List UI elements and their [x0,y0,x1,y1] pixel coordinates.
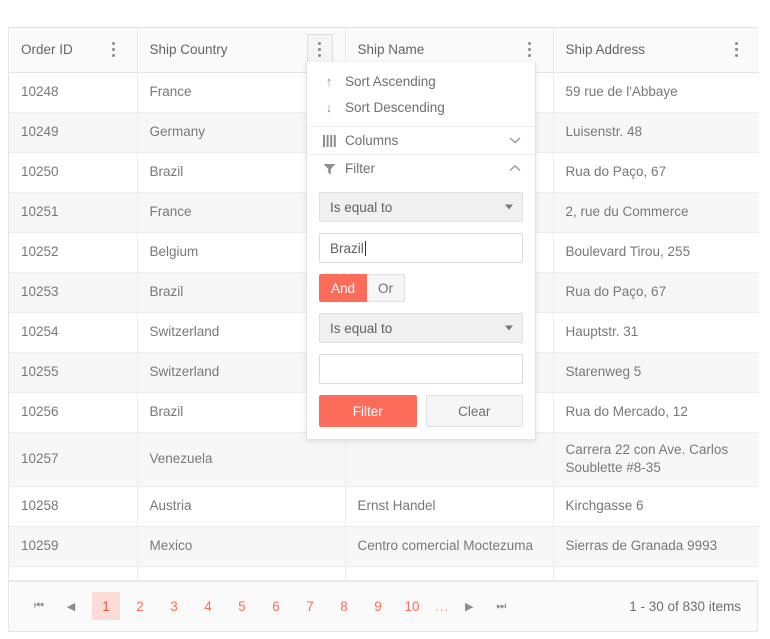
menu-label-sort-ascending: Sort Ascending [345,74,521,89]
column-menu-button-ship-address[interactable] [725,37,747,63]
cell-ship-name: Ernst Handel [345,486,553,526]
menu-item-sort-ascending[interactable]: ↑ Sort Ascending [307,68,535,94]
filter-value-input-2[interactable] [319,354,523,384]
cell-order-id: 10252 [9,232,137,272]
cell-order-id: 10259 [9,526,137,566]
table-row[interactable] [9,566,759,580]
funnel-icon [321,163,337,175]
cell-order-id: 10258 [9,486,137,526]
cell-ship-address: Rua do Paço, 67 [553,152,759,192]
cell-ship-address: 59 rue de l'Abbaye [553,72,759,112]
column-header-ship-address: Ship Address [553,28,759,72]
pager-page-5[interactable]: 5 [228,592,256,620]
filter-logic-and-button[interactable]: And [319,274,367,302]
pager-next-icon[interactable]: ▶ [455,592,483,620]
chevron-down-icon [509,135,521,147]
cell-order-id: 10257 [9,432,137,486]
filter-operator-select-2[interactable]: Is equal to [319,313,523,343]
column-menu-button-ship-country[interactable] [307,34,333,66]
cell-ship-address: Boulevard Tirou, 255 [553,232,759,272]
cell-order-id: 10256 [9,392,137,432]
filter-operator-select-1[interactable]: Is equal to [319,192,523,222]
cell-ship-name [345,432,553,486]
table-row[interactable]: 10259 Mexico Centro comercial Moctezuma … [9,526,759,566]
pager-more-pages[interactable]: ... [429,599,455,614]
filter-operator-value-2: Is equal to [330,321,392,336]
cell-order-id: 10254 [9,312,137,352]
filter-operator-value-1: Is equal to [330,200,392,215]
menu-item-filter[interactable]: Filter [307,154,535,182]
pager-item-range: 1 - 30 of 830 items [629,599,741,614]
filter-logic-or-button[interactable]: Or [367,274,405,302]
cell-order-id: 10250 [9,152,137,192]
dropdown-caret-icon [505,205,513,210]
cell-order-id: 10251 [9,192,137,232]
pager-page-10[interactable]: 10 [398,592,426,620]
column-menu-button-order-id[interactable] [103,37,125,63]
filter-value-input-1[interactable]: Brazil [319,233,523,263]
pager-first-icon[interactable]: ⏮ [25,592,53,620]
pager-prev-icon[interactable]: ◀ [57,592,85,620]
menu-label-sort-descending: Sort Descending [345,100,521,115]
pager-page-6[interactable]: 6 [262,592,290,620]
cell-ship-address: 2, rue du Commerce [553,192,759,232]
cell-ship-name: Centro comercial Moctezuma [345,526,553,566]
cell-ship-name [345,566,553,580]
menu-item-columns[interactable]: Columns [307,126,535,154]
filter-clear-button[interactable]: Clear [426,395,524,427]
cell-ship-address: Sierras de Granada 9993 [553,526,759,566]
app-root: Order ID Ship Country Ship Name [0,0,770,639]
column-title-ship-address: Ship Address [566,42,646,57]
column-header-order-id: Order ID [9,28,137,72]
column-title-ship-name: Ship Name [358,42,425,57]
cell-ship-address: Carrera 22 con Ave. Carlos Soublette #8-… [553,432,759,486]
cell-order-id: 10249 [9,112,137,152]
pager-page-4[interactable]: 4 [194,592,222,620]
filter-apply-button[interactable]: Filter [319,395,417,427]
filter-logic-group: And Or [319,274,523,302]
menu-label-filter: Filter [345,161,501,176]
filter-form: Is equal to Brazil And Or Is equal to Fi… [307,182,535,439]
pager-controls: ⏮ ◀ 1 2 3 4 5 6 7 8 9 10 ... ▶ ⏭ [25,592,519,620]
columns-icon [321,135,337,147]
pager-page-2[interactable]: 2 [126,592,154,620]
column-menu-button-ship-name[interactable] [519,37,541,63]
menu-label-columns: Columns [345,133,501,148]
cell-ship-address: Rua do Mercado, 12 [553,392,759,432]
cell-ship-address: Luisenstr. 48 [553,112,759,152]
cell-ship-address: Hauptstr. 31 [553,312,759,352]
cell-ship-address: Rua do Paço, 67 [553,272,759,312]
chevron-up-icon [509,163,521,175]
pager-page-7[interactable]: 7 [296,592,324,620]
cell-ship-country: Venezuela [137,432,345,486]
arrow-down-icon: ↓ [321,100,337,115]
column-menu-popup: ↑ Sort Ascending ↓ Sort Descending Colum… [306,62,536,440]
filter-actions: Filter Clear [319,395,523,427]
pager-last-icon[interactable]: ⏭ [487,592,515,620]
cell-ship-address: Kirchgasse 6 [553,486,759,526]
column-title-ship-country: Ship Country [150,42,228,57]
dropdown-caret-icon [505,326,513,331]
cell-ship-address [553,566,759,580]
pager-page-8[interactable]: 8 [330,592,358,620]
table-row[interactable]: 10258 Austria Ernst Handel Kirchgasse 6 [9,486,759,526]
filter-value-text-1: Brazil [330,241,364,256]
pager-page-3[interactable]: 3 [160,592,188,620]
column-title-order-id: Order ID [21,42,73,57]
menu-item-sort-descending[interactable]: ↓ Sort Descending [307,94,535,120]
cell-order-id: 10253 [9,272,137,312]
cell-ship-country: Mexico [137,526,345,566]
pager-page-9[interactable]: 9 [364,592,392,620]
cell-order-id: 10255 [9,352,137,392]
pager: ⏮ ◀ 1 2 3 4 5 6 7 8 9 10 ... ▶ ⏭ 1 - 30 … [9,581,757,631]
cell-order-id: 10248 [9,72,137,112]
pager-page-1[interactable]: 1 [92,592,120,620]
cell-order-id [9,566,137,580]
table-row[interactable]: 10257 Venezuela Carrera 22 con Ave. Carl… [9,432,759,486]
cell-ship-country: Austria [137,486,345,526]
cell-ship-address: Starenweg 5 [553,352,759,392]
text-caret [365,241,366,256]
arrow-up-icon: ↑ [321,74,337,89]
cell-ship-country [137,566,345,580]
